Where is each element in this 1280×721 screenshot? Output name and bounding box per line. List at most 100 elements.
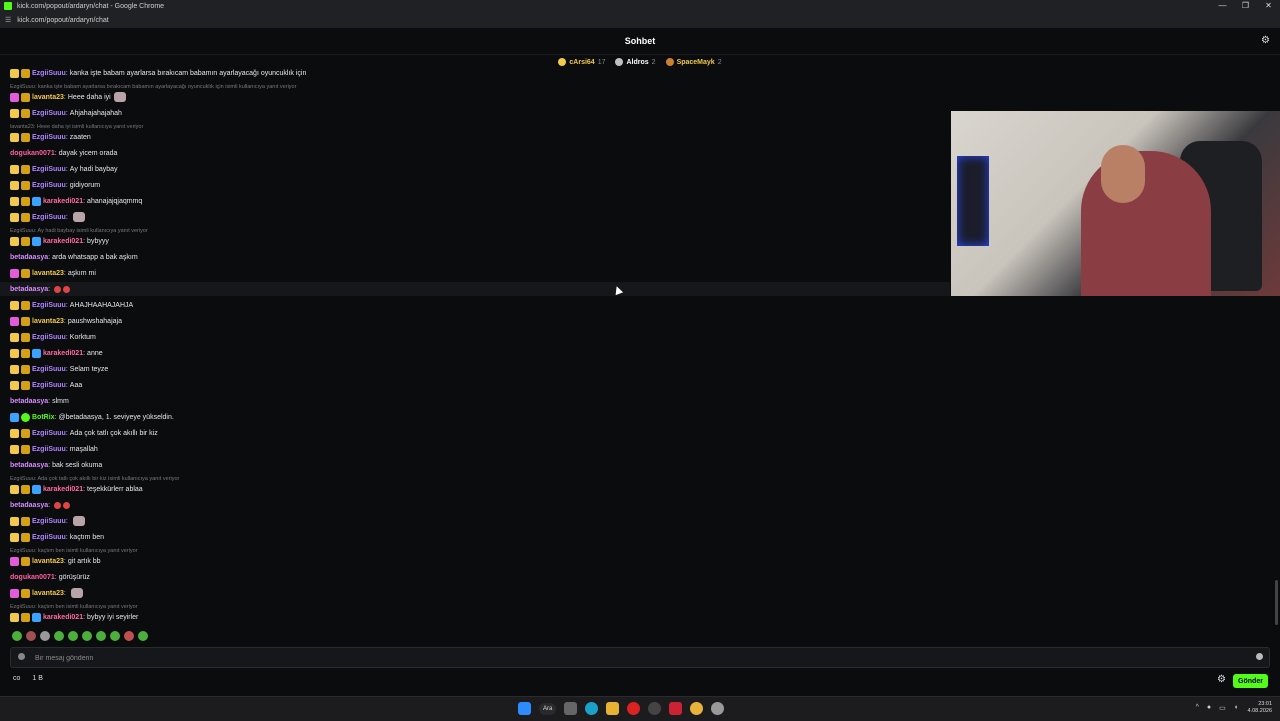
chat-username[interactable]: EzgiiSuuu bbox=[32, 302, 66, 309]
top-chatter-name[interactable]: SpaceMayk bbox=[677, 59, 715, 66]
tray-chevron-icon[interactable]: ^ bbox=[1196, 704, 1199, 712]
emote-icon[interactable] bbox=[124, 631, 134, 641]
chat-username[interactable]: lavanta23 bbox=[32, 318, 64, 325]
chat-message[interactable]: EzgiiSuuu: maşallah bbox=[10, 442, 98, 456]
top-chatter[interactable]: SpaceMayk 2 bbox=[665, 58, 722, 66]
chat-message[interactable]: EzgiiSuuu: Ada çok tatlı çok akıllı bir k… bbox=[10, 426, 158, 440]
maximize-button[interactable]: ❐ bbox=[1234, 0, 1257, 12]
chat-message[interactable]: EzgiiSuuu: bbox=[10, 514, 85, 528]
emote-icon[interactable] bbox=[138, 631, 148, 641]
chat-message[interactable]: karakedi021: teşekkürlerr ablaa bbox=[10, 482, 143, 496]
chat-username[interactable]: karakedi021 bbox=[43, 238, 83, 245]
file-explorer-icon[interactable] bbox=[606, 702, 620, 715]
chat-username[interactable]: EzgiiSuuu bbox=[32, 430, 66, 437]
chat-message[interactable]: betadaasya: bbox=[10, 498, 71, 512]
chat-username[interactable]: EzgiiSuuu bbox=[32, 382, 66, 389]
network-icon[interactable]: ▭ bbox=[1219, 704, 1226, 712]
chat-username[interactable]: dogukan0071 bbox=[10, 574, 55, 581]
chat-username[interactable]: betadaasya bbox=[10, 502, 48, 509]
chat-username[interactable]: betadaasya bbox=[10, 462, 48, 469]
opera-icon[interactable] bbox=[627, 702, 641, 715]
emoji-icon[interactable] bbox=[1256, 653, 1263, 660]
chat-message[interactable]: karakedi021: ahanajajqjaqmmq bbox=[10, 194, 142, 208]
chat-username[interactable]: EzgiiSuuu bbox=[32, 166, 66, 173]
chat-message[interactable]: EzgiiSuuu: bbox=[10, 210, 85, 224]
chat-username[interactable]: betadaasya bbox=[10, 254, 48, 261]
chat-message[interactable]: dogukan0071: dayak yicem orada bbox=[10, 146, 117, 160]
steam-icon[interactable] bbox=[648, 702, 662, 715]
chat-username[interactable]: betadaasya bbox=[10, 286, 48, 293]
chat-username[interactable]: EzgiiSuuu bbox=[32, 518, 66, 525]
windows-start-icon[interactable] bbox=[518, 702, 531, 715]
chat-message-input[interactable] bbox=[33, 650, 1237, 666]
emote-icon[interactable] bbox=[12, 631, 22, 641]
emote-icon[interactable] bbox=[110, 631, 120, 641]
chat-username[interactable]: EzgiiSuuu bbox=[32, 134, 66, 141]
chat-message[interactable]: BotRix: @betadaasya, 1. seviyeye yükseldi… bbox=[10, 410, 174, 424]
emote-icon[interactable] bbox=[82, 631, 92, 641]
chat-message[interactable]: EzgiiSuuu: Aaa bbox=[10, 378, 82, 392]
chat-username[interactable]: EzgiiSuuu bbox=[32, 182, 66, 189]
chat-username[interactable]: EzgiiSuuu bbox=[32, 446, 66, 453]
chat-message[interactable]: lavanta23: git artık bb bbox=[10, 554, 101, 568]
chat-username[interactable]: BotRix bbox=[32, 414, 55, 421]
emote-icon[interactable] bbox=[54, 631, 64, 641]
chat-username[interactable]: karakedi021 bbox=[43, 350, 83, 357]
chat-username[interactable]: EzgiiSuuu bbox=[32, 334, 66, 341]
edge-icon[interactable] bbox=[585, 702, 599, 715]
chat-message[interactable]: EzgiiSuuu: kanka işte babam ayarlarsa bır… bbox=[10, 66, 306, 80]
chat-username[interactable]: lavanta23 bbox=[32, 590, 64, 597]
task-view-icon[interactable] bbox=[564, 702, 578, 715]
chat-message[interactable]: dogukan0071: görüşürüz bbox=[10, 570, 90, 584]
chat-message[interactable]: EzgiiSuuu: Korktum bbox=[10, 330, 96, 344]
chat-username[interactable]: dogukan0071 bbox=[10, 150, 55, 157]
address-bar[interactable]: ☰ kick.com/popout/ardaryn/chat bbox=[0, 12, 1280, 28]
chat-message[interactable]: betadaasya: bak sesli okuma bbox=[10, 458, 102, 472]
chat-message[interactable]: lavanta23: bbox=[10, 586, 83, 600]
chat-message[interactable]: betadaasya: slmm bbox=[10, 394, 69, 408]
emote-picker-icon[interactable] bbox=[18, 653, 25, 660]
chat-message[interactable]: karakedi021: bybyy iyi seyirler bbox=[10, 610, 138, 624]
stream-video[interactable] bbox=[951, 111, 1280, 296]
emote-icon[interactable] bbox=[26, 631, 36, 641]
chat-messages[interactable]: EzgiiSuuu: kanka işte babam ayarlarsa bır… bbox=[0, 66, 950, 628]
user-settings-icon[interactable]: ⚙ bbox=[1261, 35, 1270, 46]
chat-message[interactable]: betadaasya: bbox=[0, 282, 950, 296]
chat-username[interactable]: betadaasya bbox=[10, 398, 48, 405]
volume-icon[interactable]: ◖ bbox=[1234, 704, 1238, 712]
chat-message[interactable]: EzgiiSuuu: AHAJHAAHAJAHJA bbox=[10, 298, 133, 312]
chat-scrollbar[interactable] bbox=[1275, 580, 1278, 625]
chat-message[interactable]: EzgiiSuuu: kaçtım ben bbox=[10, 530, 104, 544]
chat-message[interactable]: EzgiiSuuu: Ahjahajahajahah bbox=[10, 106, 122, 120]
chat-username[interactable]: EzgiiSuuu bbox=[32, 534, 66, 541]
clock[interactable]: 23:01 4.08.2026 bbox=[1248, 701, 1272, 715]
emote-icon[interactable] bbox=[40, 631, 50, 641]
points-label[interactable]: co bbox=[13, 675, 20, 682]
chat-settings-icon[interactable]: ⚙ bbox=[1217, 674, 1226, 685]
chat-message[interactable]: lavanta23: Heee daha iyi bbox=[10, 90, 126, 104]
send-button[interactable]: Gönder bbox=[1233, 674, 1268, 688]
top-chatter[interactable]: cArsi64 17 bbox=[558, 58, 605, 66]
top-chatter-name[interactable]: Aldros bbox=[626, 59, 648, 66]
chat-input-box[interactable] bbox=[10, 647, 1270, 668]
chat-username[interactable]: lavanta23 bbox=[32, 94, 64, 101]
chat-username[interactable]: EzgiiSuuu bbox=[32, 110, 66, 117]
site-settings-icon[interactable]: ☰ bbox=[5, 16, 11, 24]
chat-username[interactable]: karakedi021 bbox=[43, 486, 83, 493]
chrome-icon[interactable] bbox=[690, 702, 704, 715]
chat-username[interactable]: EzgiiSuuu bbox=[32, 366, 66, 373]
chat-username[interactable]: lavanta23 bbox=[32, 270, 64, 277]
chrome-alt-icon[interactable] bbox=[711, 702, 725, 715]
emote-icon[interactable] bbox=[68, 631, 78, 641]
chat-message[interactable]: EzgiiSuuu: gidiyorum bbox=[10, 178, 100, 192]
app-red-icon[interactable] bbox=[669, 702, 683, 715]
chat-username[interactable]: karakedi021 bbox=[43, 198, 83, 205]
chat-message[interactable]: karakedi021: bybyyy bbox=[10, 234, 109, 248]
chat-username[interactable]: lavanta23 bbox=[32, 558, 64, 565]
chat-username[interactable]: EzgiiSuuu bbox=[32, 214, 66, 221]
close-button[interactable]: ✕ bbox=[1257, 0, 1280, 12]
chat-message[interactable]: lavanta23: paushwshahajaja bbox=[10, 314, 122, 328]
emote-icon[interactable] bbox=[96, 631, 106, 641]
chat-username[interactable]: EzgiiSuuu bbox=[32, 70, 66, 77]
top-chatter[interactable]: Aldros 2 bbox=[615, 58, 656, 66]
